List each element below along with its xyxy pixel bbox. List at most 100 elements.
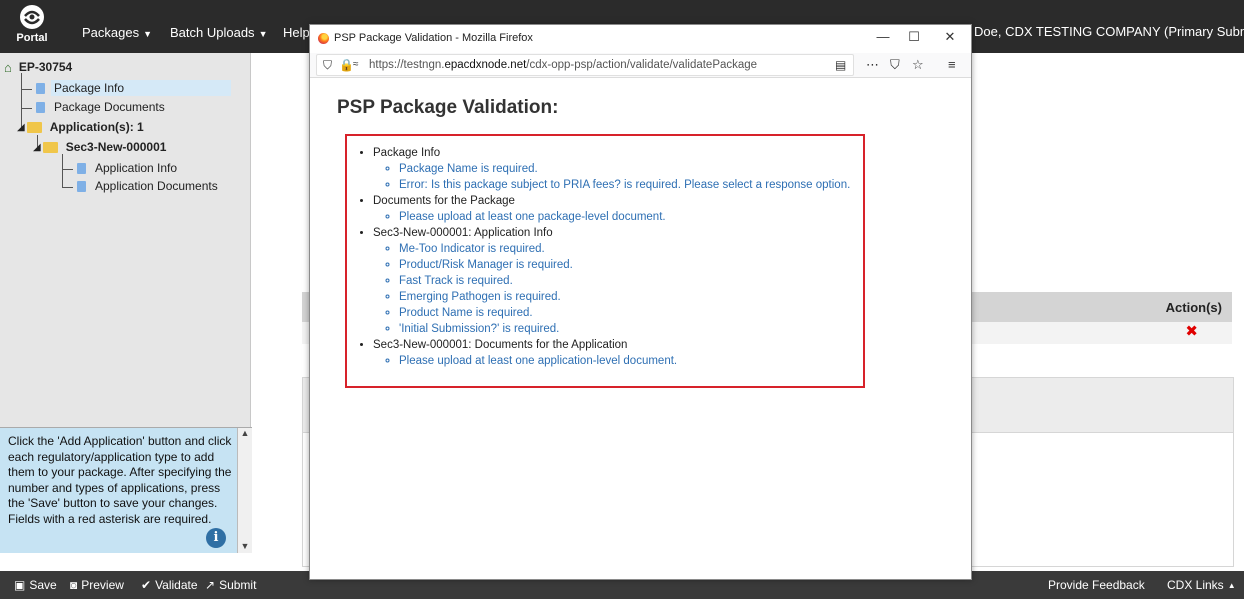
validation-error-link[interactable]: Product Name is required. [399,305,850,321]
pocket-icon[interactable]: ⛉ [890,57,900,73]
validation-error-link[interactable]: Me-Too Indicator is required. [399,241,850,257]
url-text: https://testngn.epacdxnode.net/cdx-opp-p… [369,59,757,71]
cdx-links-menu[interactable]: CDX Links ▲ [1167,578,1236,592]
tree-item-label: Application Info [95,161,178,175]
tree-item-application[interactable]: ◢ Sec3-New-000001 [33,139,169,155]
validation-error-link[interactable]: Emerging Pathogen is required. [399,289,850,305]
help-scrollbar[interactable]: ▲ ▼ [237,428,252,553]
caret-down-icon: ▼ [143,29,153,39]
url-prefix: https://testngn. [369,59,445,71]
minimize-icon[interactable]: — [871,29,895,44]
user-menu[interactable]: Doe, CDX TESTING COMPANY (Primary Submit… [974,24,1244,39]
tree-item-package-documents[interactable]: Package Documents [36,99,168,115]
tree-connector [21,108,32,109]
tree-item-label: Application Documents [95,179,218,193]
reader-view-icon[interactable]: ▤ [835,58,846,72]
validation-error-list: Me-Too Indicator is required. Product/Ri… [373,241,850,337]
document-icon [77,162,86,174]
shield-icon[interactable]: ⛉ [323,58,332,73]
nav-packages-menu[interactable]: Packages ▼ [82,25,152,40]
tree-item-applications[interactable]: ◢ Application(s): 1 [17,119,147,135]
validation-error-link[interactable]: 'Initial Submission?' is required. [399,321,850,337]
validation-group: Documents for the Package Please upload … [373,193,850,225]
validate-button[interactable]: ✔ Validate [141,578,198,592]
page-title: PSP Package Validation: [337,97,559,118]
validation-error-link[interactable]: Product/Risk Manager is required. [399,257,850,273]
validation-group-list: Package Info Package Name is required. E… [355,145,850,369]
document-icon [36,101,45,113]
more-actions-icon[interactable]: ⋯ [866,57,879,73]
scroll-up-icon[interactable]: ▲ [238,428,252,438]
document-icon [77,180,86,192]
validation-group: Package Info Package Name is required. E… [373,145,850,193]
validation-error-link[interactable]: Error: Is this package subject to PRIA f… [399,177,850,193]
validation-error-list: Please upload at least one application-l… [373,353,850,369]
validation-group-title: Documents for the Package [373,195,515,207]
validation-error-list: Please upload at least one package-level… [373,209,850,225]
validation-error-link[interactable]: Package Name is required. [399,161,850,177]
firefox-icon [318,33,329,44]
tree-root-node[interactable]: ⌂ EP-30754 [4,59,75,75]
tree-item-label: Sec3-New-000001 [65,140,167,154]
info-icon[interactable]: i [206,528,226,548]
url-path: /cdx-opp-psp/action/validate/validatePac… [526,59,758,71]
validate-label: Validate [155,578,198,592]
lock-icon[interactable]: 🔒 [339,58,354,72]
validation-error-link[interactable]: Please upload at least one package-level… [399,209,850,225]
caret-up-icon: ▲ [1227,580,1236,590]
preview-button[interactable]: ◙ Preview [70,578,124,592]
submit-button[interactable]: ↗ Submit [205,578,256,592]
tree-root-label: EP-30754 [18,60,73,74]
delete-icon[interactable]: ✖ [1185,322,1198,340]
validation-popup-window: PSP Package Validation - Mozilla Firefox… [309,24,972,580]
save-button[interactable]: ▣ Save [14,578,57,592]
expand-toggle-icon[interactable]: ◢ [17,122,25,133]
preview-label: Preview [81,578,124,592]
close-icon[interactable]: ✕ [938,29,962,45]
nav-batch-uploads-menu[interactable]: Batch Uploads ▼ [170,25,267,40]
hamburger-menu-icon[interactable]: ≡ [948,57,956,72]
submit-label: Submit [219,578,257,592]
validation-group: Sec3-New-000001: Documents for the Appli… [373,337,850,369]
folder-icon [26,121,42,133]
maximize-icon[interactable]: ☐ [902,29,926,45]
scroll-down-icon[interactable]: ▼ [238,541,252,551]
help-text: Click the 'Add Application' button and c… [8,434,232,526]
help-panel: Click the 'Add Application' button and c… [0,427,252,553]
share-icon: ↗ [205,578,216,592]
nav-batch-uploads-label: Batch Uploads [170,25,255,40]
popup-content: PSP Package Validation: Package Info Pac… [310,78,971,579]
tree-item-label: Application(s): 1 [49,120,144,134]
address-bar: ⛉ 🔒 ≈ https://testngn.epacdxnode.net/cdx… [310,53,971,78]
provide-feedback-link[interactable]: Provide Feedback [1048,578,1145,592]
save-label: Save [29,578,57,592]
validation-group-title: Sec3-New-000001: Application Info [373,227,553,239]
tree-item-label: Package Info [51,80,231,96]
actions-column-header: Action(s) [1165,300,1222,315]
portal-logo[interactable]: Portal [8,4,56,48]
tree-item-application-info[interactable]: Application Info [77,160,180,176]
document-icon [36,82,45,94]
permissions-icon[interactable]: ≈ [353,59,359,70]
validation-error-link[interactable]: Please upload at least one application-l… [399,353,850,369]
nav-packages-label: Packages [82,25,140,40]
tree-item-label: Package Documents [54,100,165,114]
window-titlebar[interactable]: PSP Package Validation - Mozilla Firefox… [310,25,971,53]
expand-toggle-icon[interactable]: ◢ [33,142,41,153]
tree-item-application-documents[interactable]: Application Documents [77,178,221,194]
window-title: PSP Package Validation - Mozilla Firefox [334,32,533,44]
tree-connector [62,154,63,188]
url-field[interactable]: ⛉ 🔒 ≈ https://testngn.epacdxnode.net/cdx… [316,54,854,76]
epa-logo-icon [20,5,44,29]
home-icon: ⌂ [4,59,12,75]
logo-label: Portal [16,32,48,44]
nav-help-label: Help [283,25,310,40]
cdx-links-label: CDX Links [1167,578,1224,592]
bookmark-star-icon[interactable]: ☆ [912,57,924,73]
tree-connector [21,89,32,90]
nav-help-menu[interactable]: Help [283,25,310,40]
validation-error-link[interactable]: Fast Track is required. [399,273,850,289]
tree-item-package-info[interactable]: Package Info [36,80,231,96]
feedback-label: Provide Feedback [1048,578,1145,592]
caret-down-icon: ▼ [258,29,268,39]
